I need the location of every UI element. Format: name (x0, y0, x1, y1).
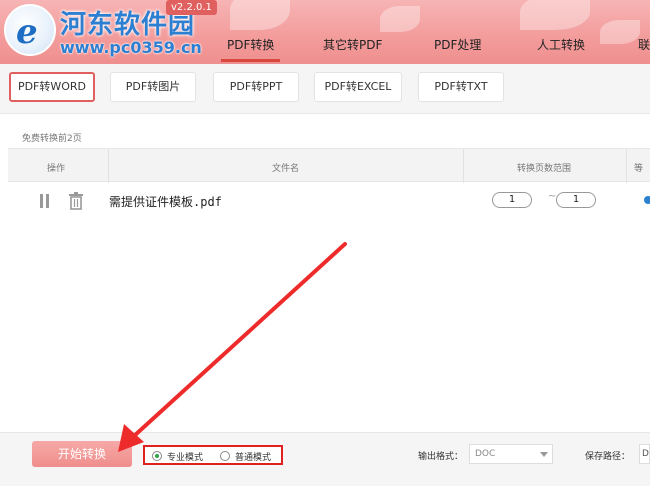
subtab-pdf-to-image[interactable]: PDF转图片 (110, 72, 196, 102)
subtab-pdf-to-ppt[interactable]: PDF转PPT (213, 72, 299, 102)
save-path-input[interactable]: D: (639, 444, 650, 464)
decor-petal (380, 6, 420, 32)
chevron-down-icon (540, 452, 548, 457)
app-logo-icon: e (4, 4, 56, 56)
row-option-radio[interactable] (644, 196, 650, 204)
file-name: 需提供证件模板.pdf (109, 195, 222, 209)
mode-normal-radio[interactable] (220, 451, 230, 461)
start-convert-button[interactable]: 开始转换 (32, 441, 132, 467)
free-note: 免费转换前2页 (22, 134, 82, 144)
table-header: 操作 文件名 转换页数范围 等 (8, 148, 650, 183)
table-row: 需提供证件模板.pdf 1 ~ 1 (8, 186, 650, 216)
decor-petal (230, 0, 290, 30)
header-page-range: 转换页数范围 (517, 164, 572, 174)
pause-icon[interactable] (38, 194, 50, 208)
subtab-pdf-to-txt[interactable]: PDF转TXT (418, 72, 504, 102)
mode-pro-label[interactable]: 专业模式 (167, 450, 203, 463)
column-divider (463, 149, 464, 183)
nav-tab-pdf-convert[interactable]: PDF转换 (220, 36, 281, 62)
subtab-pdf-to-word[interactable]: PDF转WORD (9, 72, 95, 102)
header-action: 操作 (47, 164, 66, 174)
output-format-label: 输出格式： (418, 452, 464, 462)
subtab-pdf-to-excel[interactable]: PDF转EXCEL (314, 72, 402, 102)
nav-tab-pdf-process[interactable]: PDF处理 (434, 36, 481, 53)
nav-tab-other-to-pdf[interactable]: 其它转PDF (323, 36, 382, 53)
column-divider (626, 149, 627, 183)
page-to-input[interactable]: 1 (556, 192, 596, 208)
mode-pro-radio[interactable] (152, 451, 162, 461)
watermark-url: www.pc0359.cn (60, 38, 202, 57)
version-badge: v2.2.0.1 (166, 0, 217, 15)
output-format-value: DOC (475, 449, 496, 459)
nav-tab-manual-convert[interactable]: 人工转换 (537, 36, 585, 53)
header-filename: 文件名 (272, 164, 300, 174)
save-path-label: 保存路径： (585, 452, 631, 462)
column-divider (108, 149, 109, 183)
mode-selector: 专业模式 普通模式 (143, 445, 283, 465)
output-format-select[interactable]: DOC (469, 444, 553, 464)
nav-tab-contact[interactable]: 联 (638, 36, 650, 53)
app-header: e 河东软件园 www.pc0359.cn v2.2.0.1 PDF转换 其它转… (0, 0, 650, 64)
header-extra: 等 (634, 164, 644, 174)
trash-icon[interactable] (68, 192, 84, 210)
decor-petal (600, 20, 640, 44)
subtab-bar: PDF转WORD PDF转图片 PDF转PPT PDF转EXCEL PDF转TX… (0, 64, 650, 114)
mode-normal-label[interactable]: 普通模式 (235, 450, 271, 463)
page-from-input[interactable]: 1 (492, 192, 532, 208)
decor-petal (520, 0, 590, 30)
